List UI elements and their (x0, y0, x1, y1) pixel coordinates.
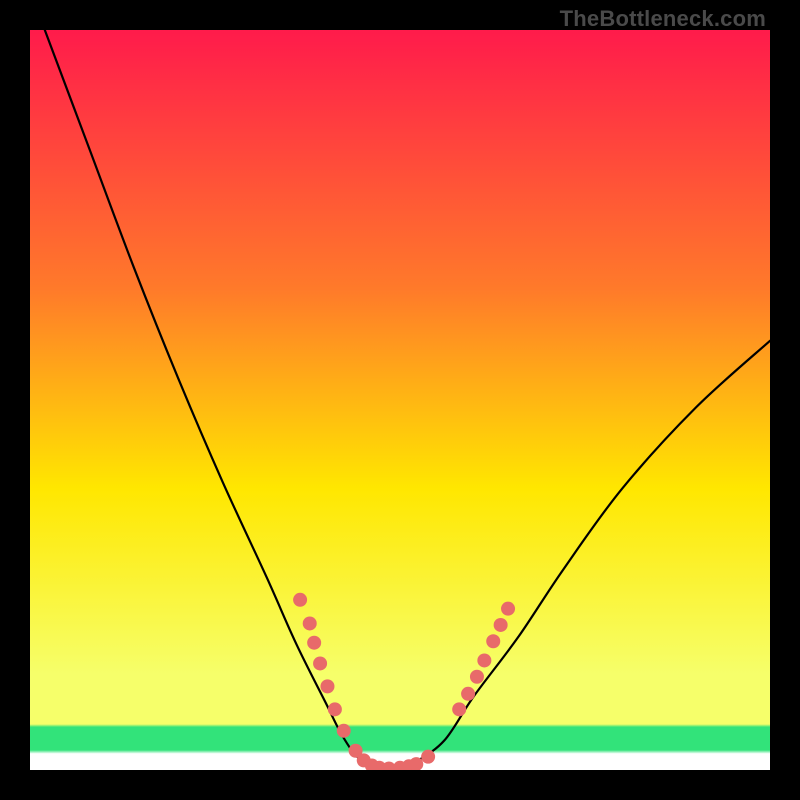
chart-frame (30, 30, 770, 770)
watermark-text: TheBottleneck.com (560, 6, 766, 32)
curve-marker (486, 634, 500, 648)
curve-marker (303, 616, 317, 630)
curve-marker (307, 636, 321, 650)
curve-marker (477, 653, 491, 667)
curve-marker (470, 670, 484, 684)
curve-marker (501, 602, 515, 616)
curve-marker (293, 593, 307, 607)
bottleneck-chart (30, 30, 770, 770)
curve-marker (452, 702, 466, 716)
curve-marker (421, 750, 435, 764)
curve-marker (337, 724, 351, 738)
curve-marker (328, 702, 342, 716)
curve-marker (494, 618, 508, 632)
gradient-background (30, 30, 770, 770)
curve-marker (320, 679, 334, 693)
curve-marker (313, 656, 327, 670)
curve-marker (461, 687, 475, 701)
